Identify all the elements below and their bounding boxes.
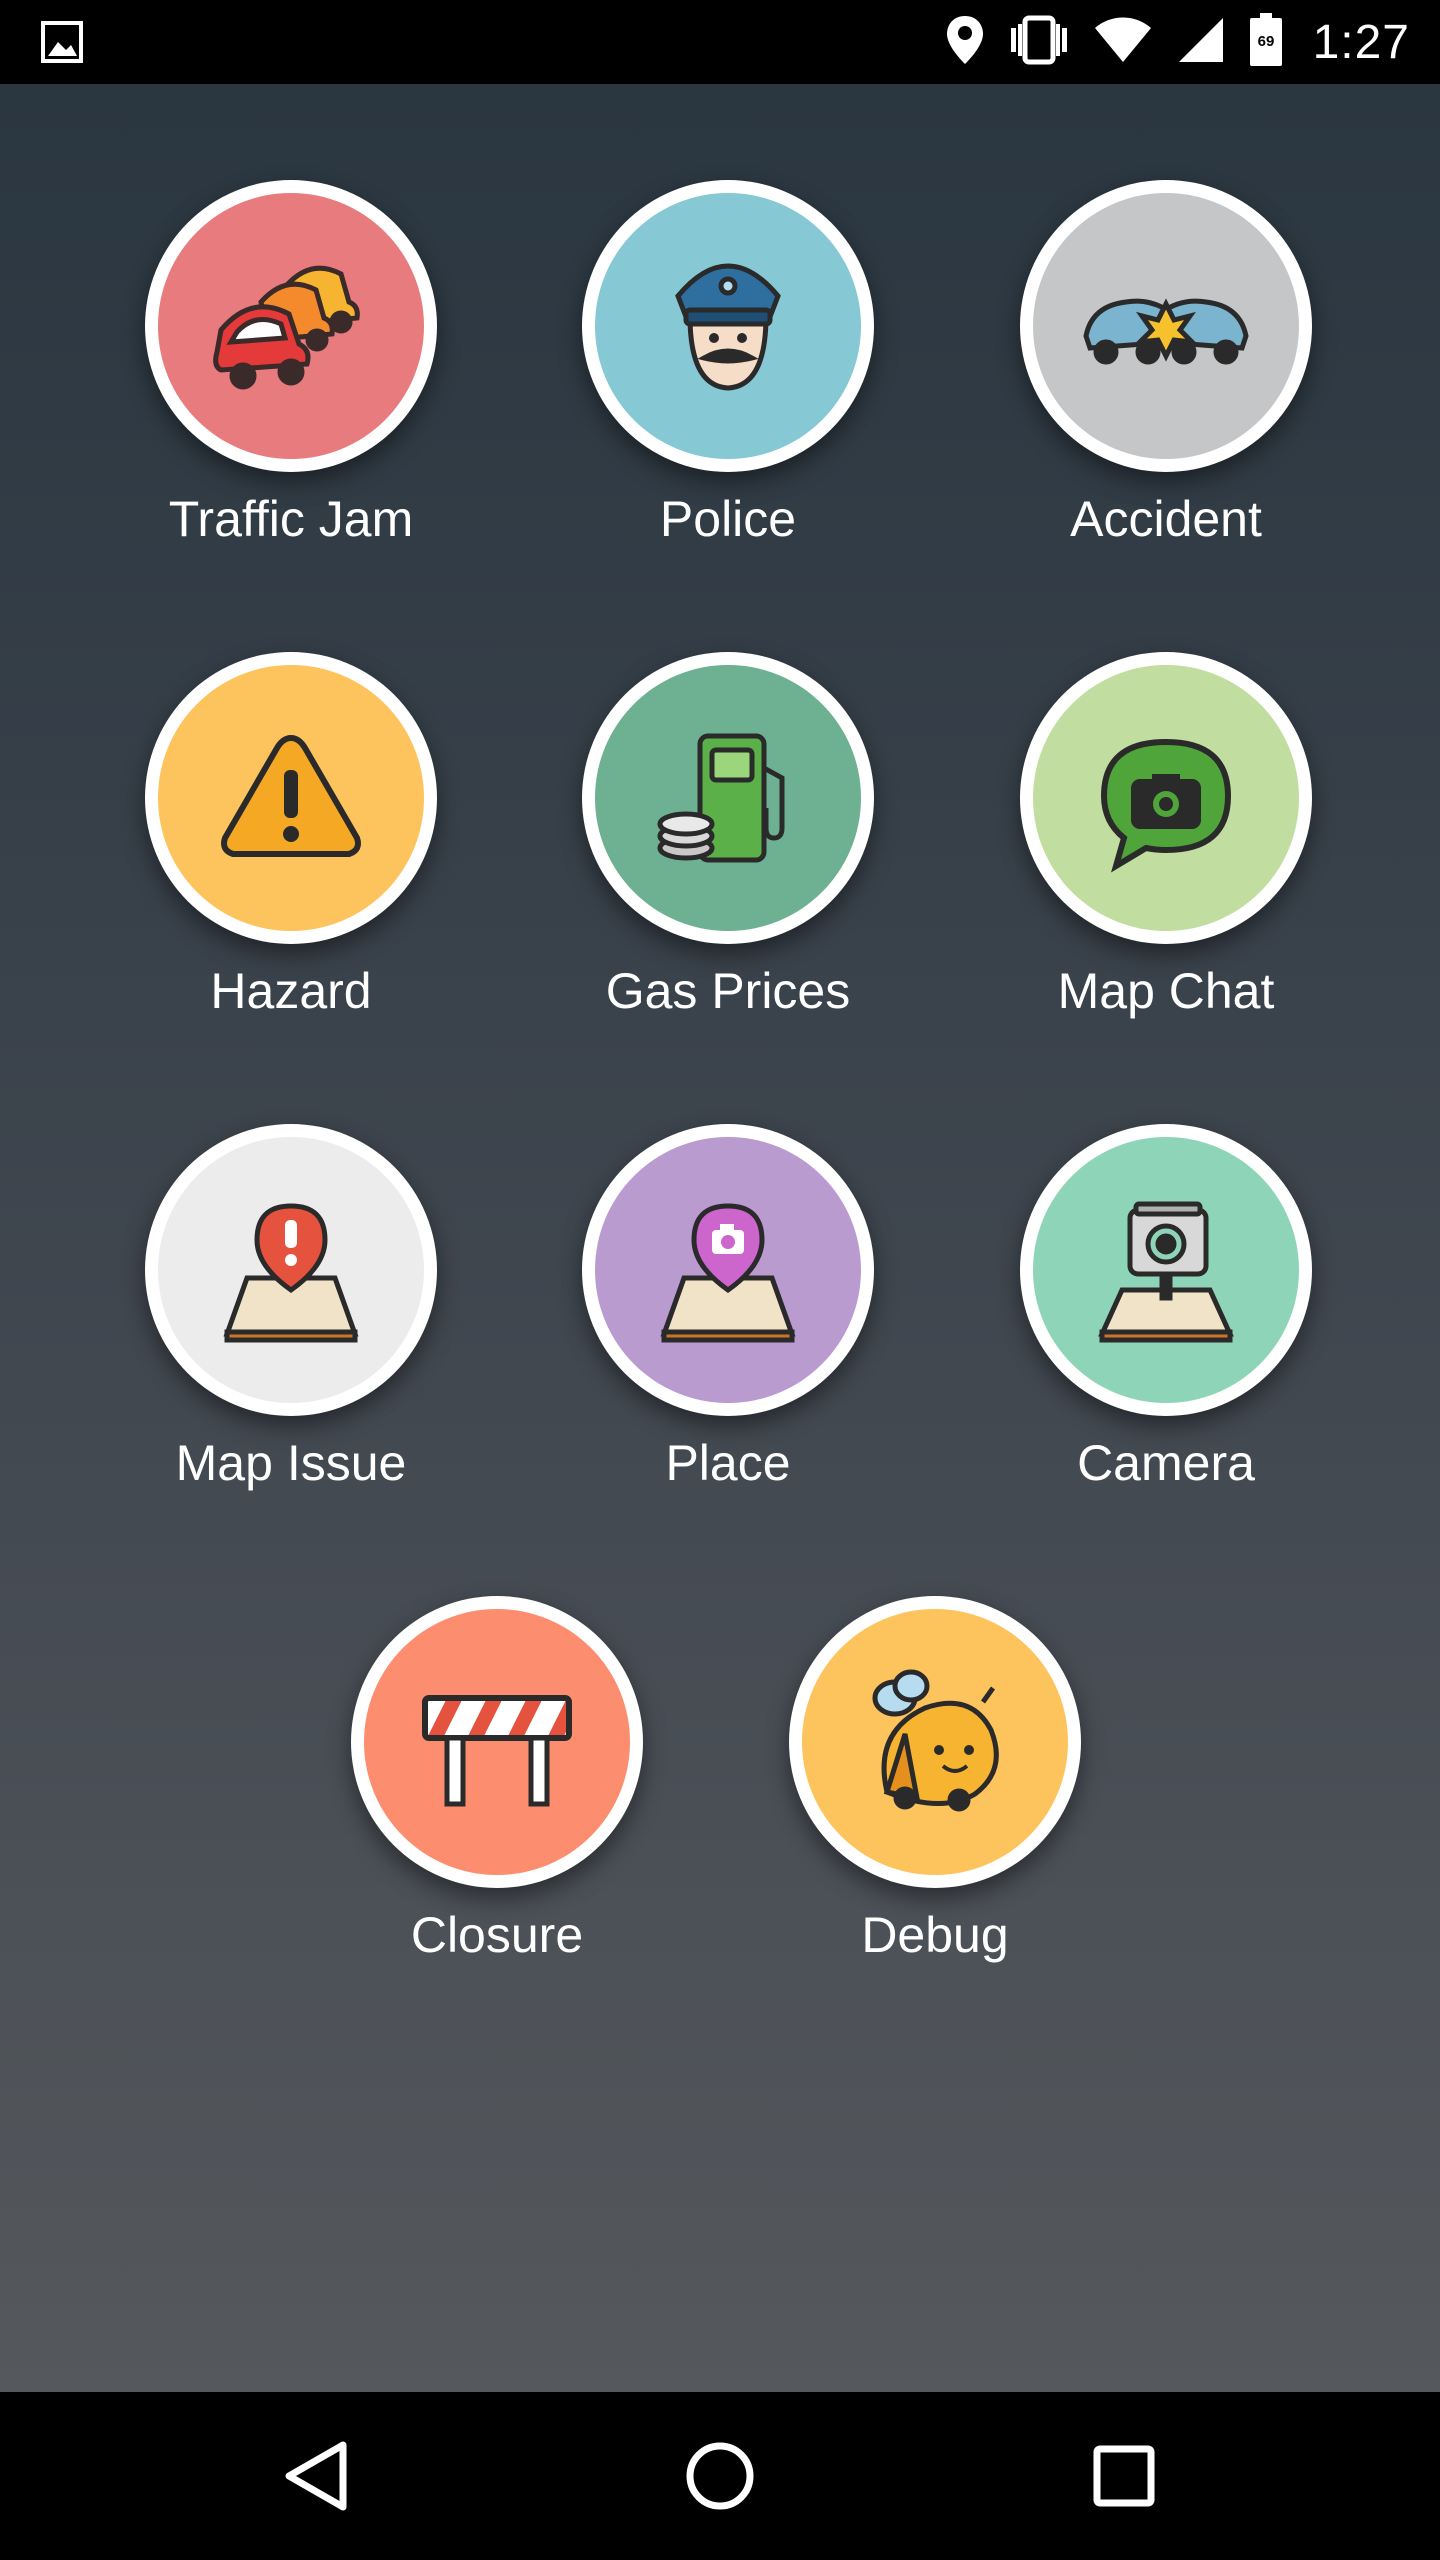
- screen: 69 1:27 Traffic Jam Police Accident Haza…: [0, 0, 1440, 2560]
- hazard-icon: [158, 665, 424, 931]
- item-label: Traffic Jam: [168, 491, 414, 547]
- item-label: Camera: [1077, 1435, 1255, 1491]
- item-label: Debug: [861, 1907, 1009, 1963]
- closure-circle: [351, 1596, 643, 1888]
- debug-icon: [802, 1609, 1068, 1875]
- police-icon: [595, 193, 861, 459]
- report-accident-button[interactable]: Accident: [966, 180, 1366, 600]
- report-menu: Traffic Jam Police Accident Hazard Gas P…: [0, 84, 1440, 2392]
- gas-prices-icon: [595, 665, 861, 931]
- gas-prices-circle: [582, 652, 874, 944]
- traffic-jam-icon: [158, 193, 424, 459]
- debug-circle: [789, 1596, 1081, 1888]
- item-label: Hazard: [210, 963, 372, 1019]
- signal-icon: [1175, 16, 1227, 69]
- item-label: Police: [659, 491, 797, 547]
- report-map-chat-button[interactable]: Map Chat: [966, 652, 1366, 1072]
- svg-text:69: 69: [1257, 33, 1274, 50]
- location-icon: [945, 14, 985, 71]
- map-issue-icon: [158, 1137, 424, 1403]
- status-time: 1:27: [1312, 15, 1410, 69]
- report-traffic-jam-button[interactable]: Traffic Jam: [91, 180, 491, 600]
- report-camera-button[interactable]: Camera: [966, 1124, 1366, 1544]
- report-debug-button[interactable]: Debug: [735, 1596, 1135, 2016]
- camera-icon: [1033, 1137, 1299, 1403]
- report-police-button[interactable]: Police: [528, 180, 928, 600]
- map-issue-circle: [145, 1124, 437, 1416]
- place-circle: [582, 1124, 874, 1416]
- report-hazard-button[interactable]: Hazard: [91, 652, 491, 1072]
- item-label: Map Chat: [1057, 963, 1275, 1019]
- vibrate-icon: [1007, 14, 1071, 71]
- navigation-bar: [0, 2392, 1440, 2560]
- report-closure-button[interactable]: Closure: [297, 1596, 697, 2016]
- accident-circle: [1020, 180, 1312, 472]
- battery-icon: 69: [1249, 12, 1283, 72]
- map-chat-circle: [1020, 652, 1312, 944]
- image-icon: [40, 20, 84, 69]
- back-icon[interactable]: [276, 2436, 356, 2516]
- traffic-jam-circle: [145, 180, 437, 472]
- map-chat-icon: [1033, 665, 1299, 931]
- status-bar: 69 1:27: [0, 0, 1440, 84]
- report-gas-prices-button[interactable]: Gas Prices: [528, 652, 928, 1072]
- item-label: Gas Prices: [605, 963, 851, 1019]
- item-label: Closure: [410, 1907, 584, 1963]
- item-label: Place: [665, 1435, 791, 1491]
- accident-icon: [1033, 193, 1299, 459]
- item-label: Accident: [1070, 491, 1262, 547]
- wifi-icon: [1093, 16, 1153, 69]
- report-place-button[interactable]: Place: [528, 1124, 928, 1544]
- police-circle: [582, 180, 874, 472]
- item-label: Map Issue: [175, 1435, 407, 1491]
- hazard-circle: [145, 652, 437, 944]
- camera-circle: [1020, 1124, 1312, 1416]
- closure-icon: [364, 1609, 630, 1875]
- report-map-issue-button[interactable]: Map Issue: [91, 1124, 491, 1544]
- place-icon: [595, 1137, 861, 1403]
- home-icon[interactable]: [680, 2436, 760, 2516]
- recents-icon[interactable]: [1084, 2436, 1164, 2516]
